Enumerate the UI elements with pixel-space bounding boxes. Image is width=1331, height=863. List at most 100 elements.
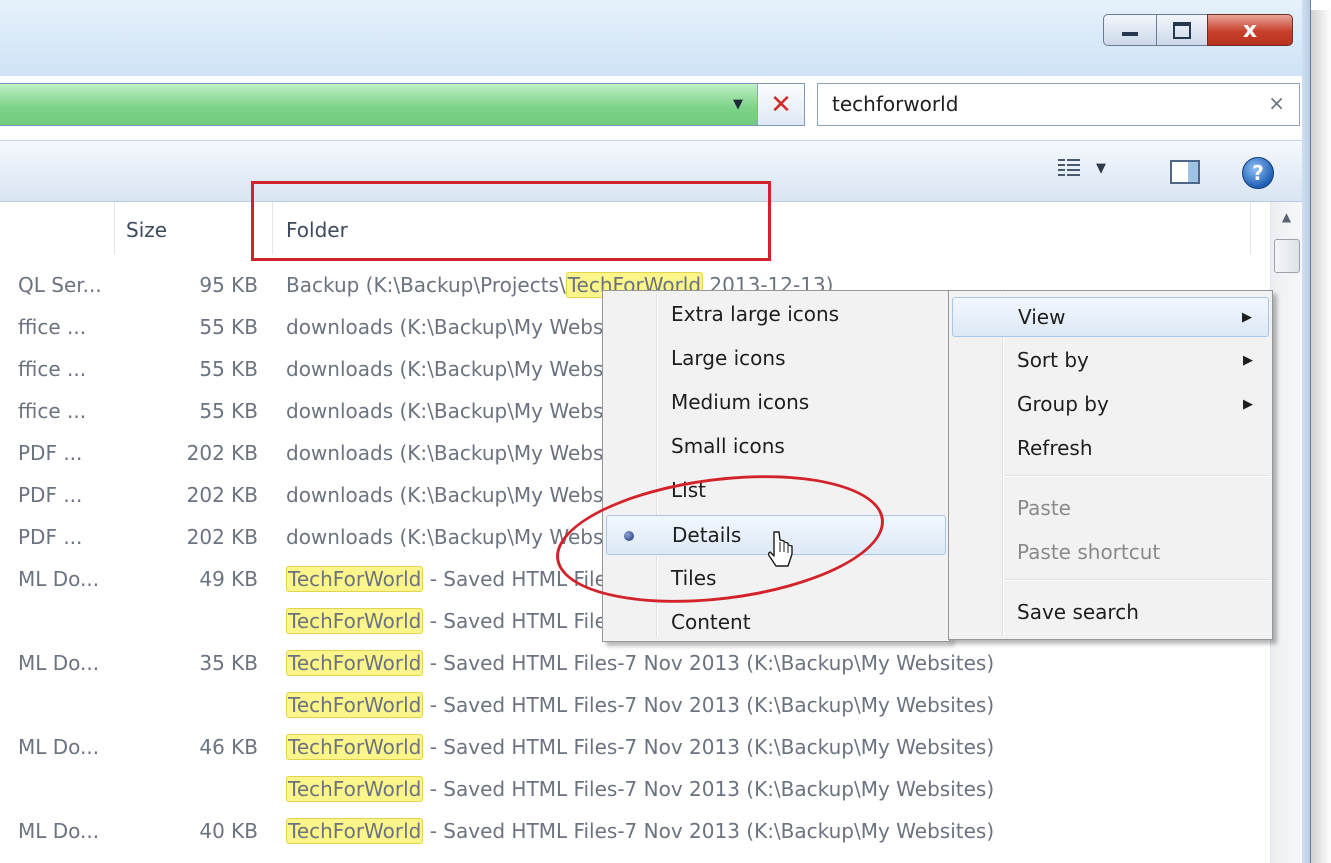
folder-cell: TechForWorld - Saved HTML Files-7 Nov 20…: [286, 692, 995, 718]
folder-path-suffix: - Saved HTML Files-7 Nov 2013 (K:\Backup…: [423, 693, 995, 717]
folder-cell: downloads (K:\Backup\My Websites): [286, 483, 647, 507]
folder-path-suffix: - Saved HTML Files-7 Nov 2013 (K:\Backup…: [423, 819, 995, 843]
table-row[interactable]: TechForWorld - Saved HTML Files-7 Nov 20…: [0, 686, 1270, 728]
scroll-up-arrow-icon[interactable]: ▲: [1271, 210, 1302, 224]
search-match-highlight: TechForWorld: [286, 692, 424, 718]
menu-separator: [1004, 579, 1269, 581]
submenu-arrow-icon: ▶: [1243, 397, 1253, 412]
maximize-button[interactable]: [1156, 14, 1208, 46]
column-header-size[interactable]: Size: [126, 218, 167, 242]
stop-icon: ✕: [770, 89, 792, 120]
column-divider[interactable]: [1250, 202, 1251, 254]
view-option-medium-icons[interactable]: Medium icons: [606, 383, 946, 423]
clear-search-icon[interactable]: ×: [1268, 91, 1285, 115]
folder-cell: TechForWorld - Saved HTML Files-7 Nov 20…: [286, 650, 995, 676]
file-size-cell: 55 KB: [199, 399, 258, 423]
close-button[interactable]: x: [1207, 14, 1293, 46]
file-size-cell: 202 KB: [186, 441, 258, 465]
menu-item-label: Paste shortcut: [1017, 540, 1161, 564]
file-type-cell: QL Ser...: [18, 273, 102, 297]
menu-item-paste[interactable]: Paste: [952, 489, 1269, 529]
file-size-cell: 49 KB: [199, 567, 258, 591]
folder-path-prefix: downloads (K:\Backup\My Websites): [286, 399, 648, 423]
annotation-rectangle: [251, 181, 771, 261]
folder-cell: TechForWorld - Saved HTML Files-7 Nov 20…: [286, 818, 995, 844]
menu-item-label: Medium icons: [671, 390, 810, 414]
menu-item-paste-shortcut[interactable]: Paste shortcut: [952, 533, 1269, 573]
search-match-highlight: TechForWorld: [286, 776, 424, 802]
menu-item-label: Paste: [1017, 496, 1071, 520]
minimize-icon: [1122, 32, 1138, 36]
table-row[interactable]: ML Do... 40 KB TechForWorld - Saved HTML F…: [0, 812, 1270, 854]
search-match-highlight: TechForWorld: [286, 566, 424, 592]
menu-item-group-by[interactable]: Group by ▶: [952, 385, 1269, 425]
menu-item-sort-by[interactable]: Sort by ▶: [952, 341, 1269, 381]
file-size-cell: 95 KB: [199, 273, 258, 297]
view-option-large-icons[interactable]: Large icons: [606, 339, 946, 379]
window-frame-right: [1302, 0, 1311, 863]
menu-item-label: Small icons: [671, 434, 785, 458]
file-size-cell: 46 KB: [199, 735, 258, 759]
menu-item-view[interactable]: View ▶: [952, 297, 1269, 337]
menu-item-label: View: [1018, 305, 1066, 329]
file-type-cell: ML Do...: [18, 651, 100, 675]
address-dropdown-button[interactable]: ▼: [722, 84, 754, 125]
chevron-down-icon[interactable]: ▼: [1096, 161, 1106, 176]
context-menu: View ▶ Sort by ▶ Group by ▶ Refresh Paste Paste …: [948, 290, 1273, 640]
folder-cell: downloads (K:\Backup\My Websites): [286, 399, 647, 423]
file-type-cell: ffice ...: [18, 399, 87, 423]
stop-search-button[interactable]: ✕: [757, 84, 804, 125]
column-divider[interactable]: [114, 202, 115, 254]
table-row[interactable]: ML Do... 35 KB TechForWorld - Saved HTML F…: [0, 644, 1270, 686]
file-type-cell: ML Do...: [18, 735, 100, 759]
folder-path-prefix: downloads (K:\Backup\My Websites): [286, 315, 648, 339]
search-match-highlight: TechForWorld: [286, 734, 424, 760]
folder-path-suffix: - Saved HTML Files-7 Nov 2013 (K:\Backup…: [423, 651, 995, 675]
file-size-cell: 55 KB: [199, 315, 258, 339]
folder-path-prefix: Backup (K:\Backup\Projects\: [286, 273, 566, 297]
file-size-cell: 202 KB: [186, 483, 258, 507]
table-row[interactable]: TechForWorld - Saved HTML Files-7 Nov 20…: [0, 770, 1270, 812]
submenu-arrow-icon: ▶: [1242, 310, 1252, 325]
folder-path-prefix: downloads (K:\Backup\My Websites): [286, 483, 648, 507]
menu-item-label: Save search: [1017, 600, 1139, 624]
window-shadow: [1311, 10, 1331, 863]
file-type-cell: PDF ...: [18, 441, 83, 465]
file-type-cell: ML Do...: [18, 567, 100, 591]
search-match-highlight: TechForWorld: [286, 608, 424, 634]
help-icon: ?: [1252, 161, 1264, 185]
menu-item-save-search[interactable]: Save search: [952, 593, 1269, 633]
folder-cell: downloads (K:\Backup\My Websites): [286, 357, 647, 381]
search-query[interactable]: techforworld: [832, 92, 958, 116]
help-button[interactable]: ?: [1242, 157, 1274, 189]
file-size-cell: 35 KB: [199, 651, 258, 675]
menu-item-label: Content: [671, 610, 751, 634]
folder-cell: TechForWorld - Saved HTML Files-7 Nov 20…: [286, 734, 995, 760]
file-size-cell: 40 KB: [199, 819, 258, 843]
preview-pane-button[interactable]: [1170, 160, 1200, 184]
menu-item-label: Refresh: [1017, 436, 1093, 460]
view-option-content[interactable]: Content: [606, 603, 946, 643]
address-bar[interactable]: ▼ ✕: [0, 83, 805, 126]
menu-item-label: Sort by: [1017, 348, 1089, 372]
view-options-icon: [1058, 159, 1080, 177]
change-view-button[interactable]: ▼: [1058, 159, 1106, 177]
maximize-icon: [1173, 21, 1191, 39]
menu-item-label: Extra large icons: [671, 302, 840, 326]
mouse-cursor-icon: [768, 531, 793, 567]
menu-item-label: Large icons: [671, 346, 786, 370]
scroll-thumb[interactable]: [1274, 239, 1300, 273]
folder-cell: downloads (K:\Backup\My Websites): [286, 315, 647, 339]
file-type-cell: ffice ...: [18, 357, 87, 381]
search-match-highlight: TechForWorld: [286, 818, 424, 844]
file-type-cell: ffice ...: [18, 315, 87, 339]
table-row[interactable]: ML Do... 46 KB TechForWorld - Saved HTML F…: [0, 728, 1270, 770]
minimize-button[interactable]: [1103, 14, 1157, 46]
search-input[interactable]: techforworld ×: [817, 83, 1300, 126]
vertical-scrollbar[interactable]: ▲: [1270, 202, 1302, 863]
folder-path-suffix: - Saved HTML Files-7 Nov 2013 (K:\Backup…: [423, 735, 995, 759]
view-option-small-icons[interactable]: Small icons: [606, 427, 946, 467]
menu-item-refresh[interactable]: Refresh: [952, 429, 1269, 469]
menu-separator: [1004, 475, 1269, 477]
view-option-extra-large-icons[interactable]: Extra large icons: [606, 295, 946, 335]
